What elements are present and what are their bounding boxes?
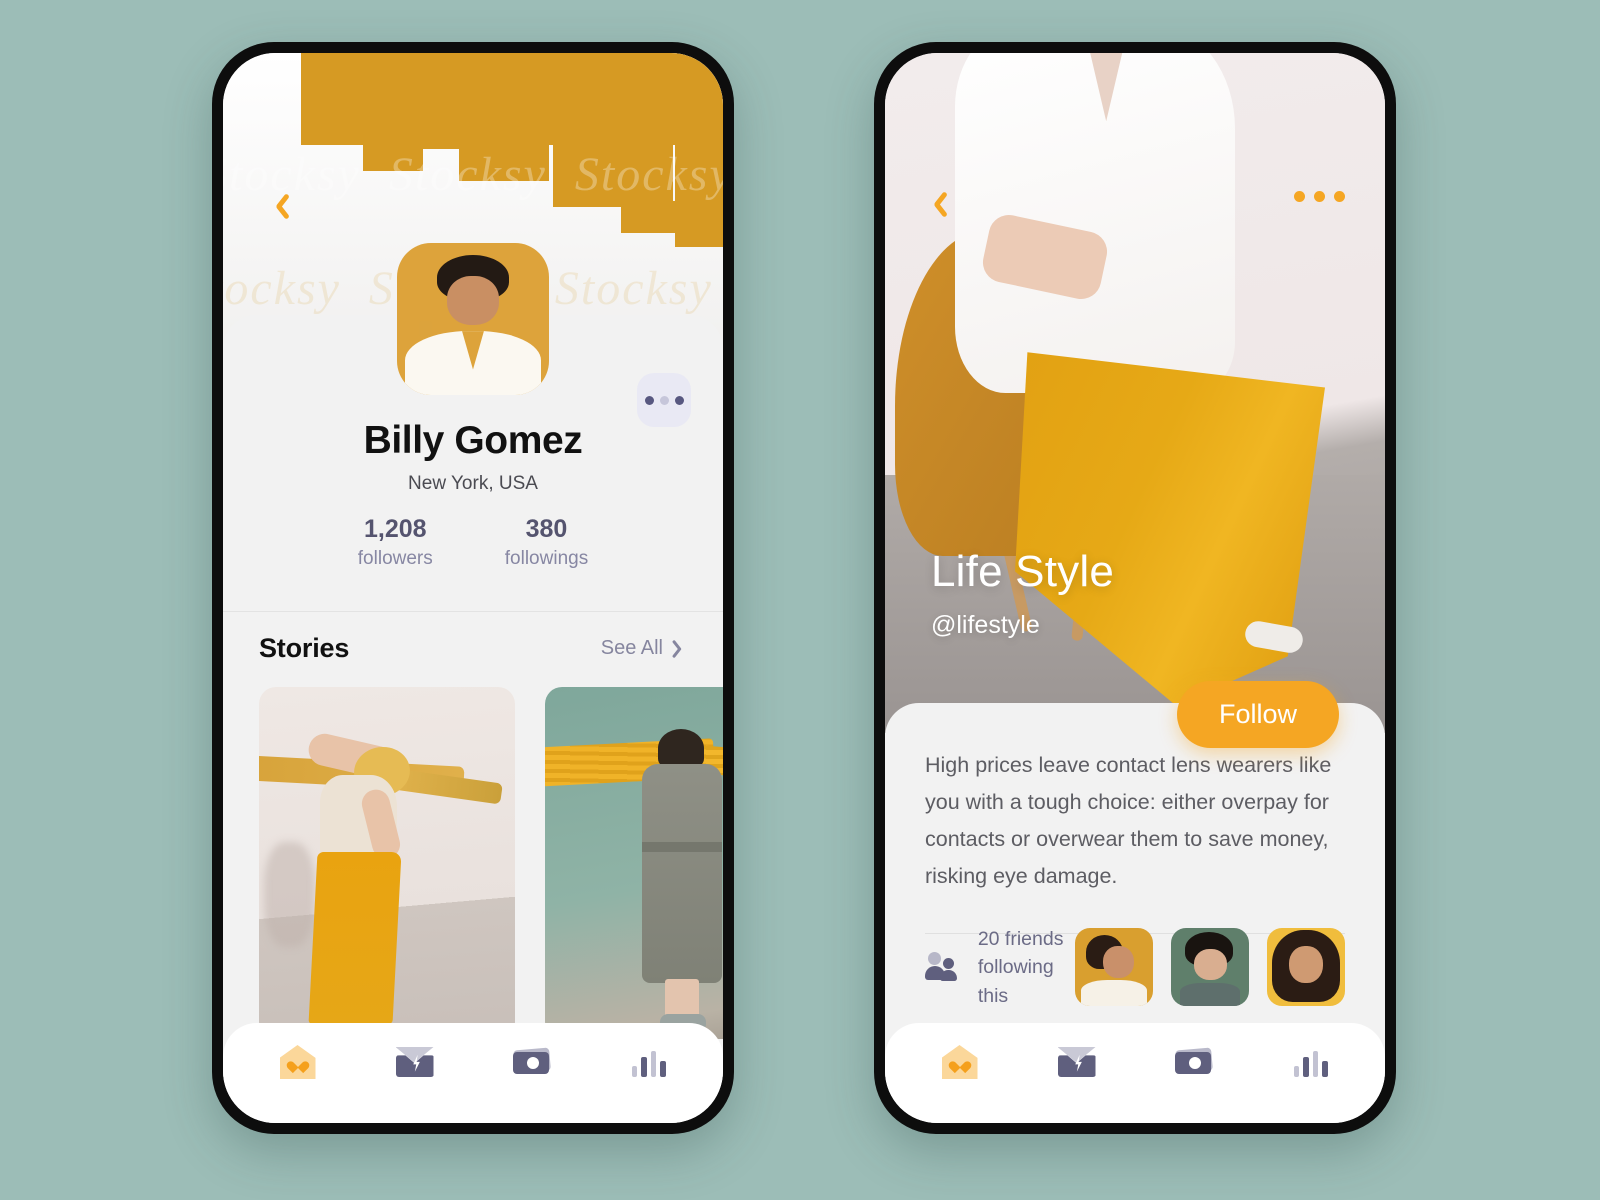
people-icon	[925, 952, 960, 982]
see-all-button[interactable]: See All	[601, 637, 689, 660]
nav-camera[interactable]	[503, 1039, 561, 1085]
friends-count-line1: 20 friends	[977, 928, 1064, 950]
home-heart-icon	[279, 1045, 316, 1079]
story-card[interactable]	[545, 687, 723, 1039]
story-hair	[657, 729, 704, 768]
more-options-button[interactable]	[1294, 191, 1345, 202]
chevron-right-icon	[676, 638, 689, 660]
section-divider	[223, 611, 723, 612]
bottom-navigation	[885, 1023, 1385, 1123]
story-belt	[642, 841, 722, 853]
profile-stats: 1,208 followers 380 followings	[223, 515, 723, 570]
see-all-label: See All	[600, 637, 663, 659]
home-heart-icon	[941, 1045, 978, 1079]
more-dot-2	[1314, 191, 1325, 202]
followings-count: 380	[525, 515, 568, 543]
nav-stats[interactable]	[620, 1039, 678, 1085]
stories-list[interactable]	[259, 687, 723, 1039]
avatar[interactable]	[397, 243, 549, 395]
story-card[interactable]	[259, 687, 515, 1039]
avatar-deco	[419, 321, 432, 337]
page-title: Life Style	[931, 547, 1114, 596]
account-handle: @lifestyle	[931, 611, 1040, 639]
stories-header: Stories See All	[259, 633, 689, 664]
avatar[interactable]	[1171, 928, 1249, 1007]
back-button[interactable]	[921, 189, 951, 219]
camera-icon	[1174, 1047, 1214, 1076]
nav-messages[interactable]	[386, 1039, 444, 1085]
post-body-text: High prices leave contact lens wearers l…	[925, 753, 1332, 888]
hero-shirt-collar	[1083, 53, 1129, 122]
more-dot-3	[1334, 191, 1345, 202]
nav-home[interactable]	[931, 1039, 989, 1085]
stat-followers[interactable]: 1,208 followers	[358, 515, 433, 570]
avatar-face	[447, 276, 499, 326]
mail-bolt-icon	[1057, 1047, 1096, 1077]
feed-content-card: High prices leave contact lens wearers l…	[885, 703, 1385, 1123]
nav-home[interactable]	[269, 1039, 327, 1085]
profile-location: New York, USA	[408, 473, 538, 494]
story-coat	[642, 764, 722, 983]
feed-screen: Life Style @lifestyle Follow High prices…	[885, 53, 1385, 1123]
more-dot-3	[674, 395, 684, 405]
nav-messages[interactable]	[1048, 1039, 1106, 1085]
stat-followings[interactable]: 380 followings	[505, 515, 588, 570]
avatar[interactable]	[1075, 928, 1153, 1007]
phone-mockup-profile: Stocksy Stocksy Stocksy Stocksy Stocksy …	[212, 42, 734, 1134]
bar-chart-icon	[631, 1047, 666, 1077]
bar-chart-icon	[1293, 1047, 1328, 1077]
friend-avatars	[1075, 928, 1345, 1007]
nav-camera[interactable]	[1165, 1039, 1223, 1085]
mail-bolt-icon	[395, 1047, 434, 1077]
more-dot-1	[1294, 191, 1305, 202]
nav-stats[interactable]	[1282, 1039, 1340, 1085]
more-dot-2	[659, 395, 669, 405]
avatar[interactable]	[1267, 928, 1345, 1007]
followers-label: followers	[357, 548, 433, 569]
profile-screen: Stocksy Stocksy Stocksy Stocksy Stocksy …	[223, 53, 723, 1123]
friends-following-row: 20 friends following this	[925, 925, 1345, 1010]
back-button[interactable]	[263, 191, 293, 221]
follow-button[interactable]: Follow	[1176, 681, 1339, 748]
friends-count-text: 20 friends following this	[978, 925, 1075, 1010]
avatar-shirt	[404, 331, 542, 395]
story-pants	[308, 852, 402, 1025]
phone-mockup-feed: Life Style @lifestyle Follow High prices…	[874, 42, 1396, 1134]
camera-icon	[512, 1047, 552, 1076]
page-title: Billy Gomez	[363, 419, 583, 462]
followers-count: 1,208	[363, 515, 427, 543]
friends-count-line2: following this	[977, 956, 1054, 1007]
stories-title: Stories	[259, 633, 350, 663]
story-shadow	[264, 841, 316, 948]
more-dot-1	[644, 395, 654, 405]
profile-card: Billy Gomez New York, USA 1,208 follower…	[223, 243, 723, 1123]
friends-summary[interactable]: 20 friends following this	[925, 925, 1075, 1010]
followings-label: followings	[504, 548, 589, 569]
bottom-navigation	[223, 1023, 723, 1123]
